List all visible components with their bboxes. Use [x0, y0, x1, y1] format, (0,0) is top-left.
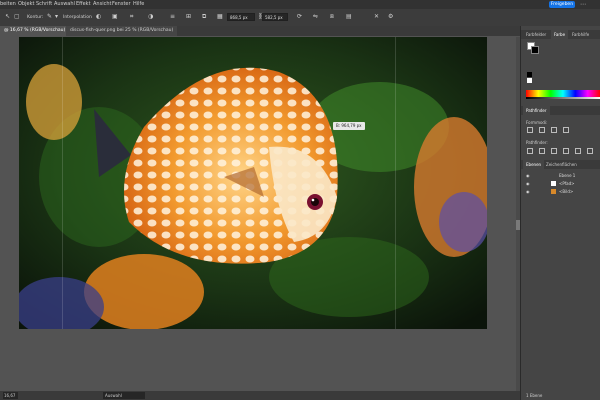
width-field[interactable]: 868,5 px [227, 13, 255, 21]
unite-button[interactable] [527, 127, 533, 133]
menu-bar: beiten Objekt Schrift Auswahl Effekt Ans… [0, 0, 600, 9]
menu-effect[interactable]: Effekt [76, 1, 91, 7]
layer-row[interactable]: ◉ <Pfad> [521, 180, 600, 187]
exclude-button[interactable] [563, 127, 569, 133]
stroke-color-icon[interactable]: ▢ [14, 14, 20, 20]
menu-view[interactable]: Ansicht [93, 1, 111, 7]
tab-pathfinder[interactable]: Pathfinder [523, 106, 550, 115]
more-options-icon[interactable]: ▤ [346, 14, 352, 20]
transform-icon[interactable]: ⧉ [202, 14, 206, 20]
white-swatch[interactable] [527, 78, 532, 83]
transparency-icon[interactable]: ◐ [96, 14, 101, 20]
reference-point-icon[interactable]: ▦ [217, 14, 223, 20]
align-icon[interactable]: ≡ [170, 14, 175, 20]
minus-front-button[interactable] [539, 127, 545, 133]
status-tool[interactable]: Auswahl [103, 392, 145, 399]
status-bar: 16,67 Auswahl [0, 391, 520, 400]
pathfinder-panel-tabs: Pathfinder [521, 106, 600, 115]
right-panel: Farbfelder Farbe Farbhilfe Pathfinder Fo… [520, 26, 600, 400]
control-bar: ↖ ▢ Kontur: ✎ ▾ Interpolation ◐ ▣ ⌗ ◑ ≡ … [0, 9, 600, 27]
tab-swatches[interactable]: Farbfelder [523, 30, 549, 39]
artboard-image[interactable] [19, 37, 487, 329]
intersect-button[interactable] [551, 127, 557, 133]
tab-color[interactable]: Farbe [551, 30, 569, 39]
pathfinder-label: Pathfinder: [526, 140, 548, 145]
layers-count: 1 Ebene [526, 393, 543, 398]
brush-icon[interactable]: ✎ [47, 14, 52, 20]
interpolation-label[interactable]: Interpolation [63, 13, 92, 22]
color-panel-tabs: Farbfelder Farbe Farbhilfe [521, 30, 600, 39]
reflect-icon[interactable]: ⇋ [313, 14, 318, 20]
color-spectrum[interactable] [526, 90, 600, 97]
crop-icon[interactable]: ⌗ [130, 14, 133, 20]
settings-icon[interactable]: ⚙ [388, 14, 393, 20]
tab-color-guide[interactable]: Farbhilfe [569, 30, 592, 39]
layer-row[interactable]: ◉ <Bild> [521, 188, 600, 195]
guide-line [395, 37, 396, 329]
grayscale-ramp[interactable] [526, 97, 600, 99]
trim-button[interactable] [539, 148, 545, 154]
outline-button[interactable] [575, 148, 581, 154]
selection-tool-icon[interactable]: ↖ [5, 14, 10, 20]
share-menu-icon[interactable]: ⋯ [580, 2, 586, 8]
menu-window[interactable]: Fenster [112, 1, 131, 7]
document-tab-bar: @ 16,67 % (RGB/Vorschau) discus-fish-que… [0, 26, 520, 36]
tab-layers[interactable]: Ebenen [523, 160, 545, 169]
layer-thumbnail [551, 189, 556, 194]
layer-thumbnail [551, 181, 556, 186]
tab-discus-fish[interactable]: discus-fish-quer.png bei 25 % (RGB/Vorsc… [66, 26, 178, 36]
menu-type[interactable]: Schrift [36, 1, 52, 7]
merge-button[interactable] [551, 148, 557, 154]
rotate-icon[interactable]: ⟳ [297, 14, 302, 20]
stroke-label: Kontur: [27, 15, 44, 20]
menu-object[interactable]: Objekt [18, 1, 34, 7]
crop-button[interactable] [563, 148, 569, 154]
visibility-eye-icon[interactable]: ◉ [526, 172, 530, 179]
layers-panel-tabs: Ebenen Zeichenflächen [521, 160, 600, 169]
tab-artboards[interactable]: Zeichenflächen [543, 160, 580, 169]
guide-line [62, 37, 63, 329]
layer-row[interactable]: ◉ Ebene 1 [521, 172, 600, 179]
close-icon[interactable]: ✕ [374, 14, 379, 20]
tab-current-document[interactable]: @ 16,67 % (RGB/Vorschau) [0, 26, 70, 36]
share-button[interactable]: Freigeben [549, 1, 575, 8]
measurement-tooltip: B: 964,79 px [333, 122, 365, 130]
visibility-eye-icon[interactable]: ◉ [526, 180, 530, 187]
dropdown-icon[interactable]: ▾ [55, 14, 58, 20]
height-field[interactable]: 582,5 px [262, 13, 288, 21]
menu-help[interactable]: Hilfe [133, 1, 144, 7]
visibility-eye-icon[interactable]: ◉ [526, 188, 530, 195]
distribute-icon[interactable]: ⊞ [186, 14, 191, 20]
zoom-level[interactable]: 16,67 [3, 392, 18, 399]
shape-modes-label: Formmodi: [526, 120, 548, 125]
stroke-swatch[interactable] [531, 46, 539, 54]
fish-image [19, 37, 487, 329]
mask-icon[interactable]: ◑ [148, 14, 153, 20]
style-icon[interactable]: ▣ [112, 14, 118, 20]
menu-select[interactable]: Auswahl [54, 1, 75, 7]
black-swatch[interactable] [527, 72, 532, 77]
minus-back-button[interactable] [587, 148, 593, 154]
menu-edit[interactable]: beiten [0, 1, 16, 7]
arrange-icon[interactable]: ⧈ [330, 14, 334, 20]
divide-button[interactable] [527, 148, 533, 154]
